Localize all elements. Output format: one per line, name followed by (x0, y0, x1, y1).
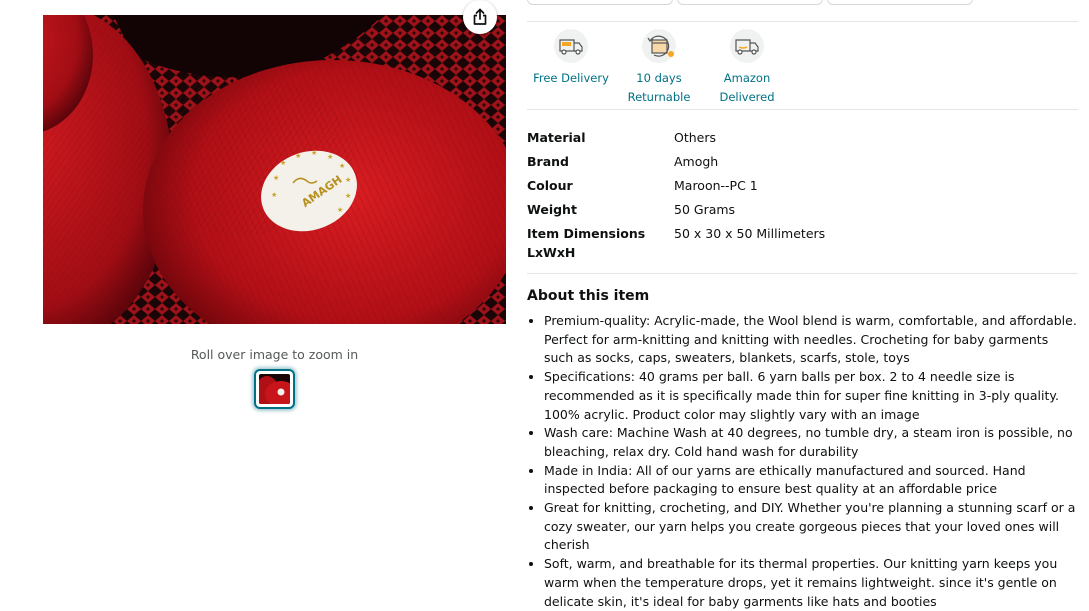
share-button[interactable] (463, 0, 497, 34)
feature-label: Amazon Delivered (719, 71, 775, 104)
about-bullets: Premium-quality: Acrylic-made, the Wool … (527, 312, 1080, 611)
divider (527, 273, 1078, 274)
spec-value: 50 Grams (674, 202, 736, 217)
about-bullet: Soft, warm, and breathable for its therm… (544, 555, 1080, 611)
spec-value: Others (674, 130, 717, 145)
variant-option-3[interactable] (827, 0, 973, 5)
divider (527, 109, 1078, 110)
svg-text:★: ★ (327, 153, 333, 161)
spec-row: Colour Maroon--PC 1 (527, 171, 1078, 195)
svg-text:★: ★ (339, 162, 345, 170)
about-bullet: Made in India: All of our yarns are ethi… (544, 462, 1080, 499)
thumbnail-image (259, 374, 290, 404)
about-bullet: Premium-quality: Acrylic-made, the Wool … (544, 312, 1080, 368)
about-bullet: Great for knitting, crocheting, and DIY.… (544, 499, 1080, 555)
spec-key: Brand (527, 154, 569, 169)
free-delivery-icon (554, 29, 588, 63)
feature-label: 10 days Returnable (627, 71, 691, 104)
returnable-icon (642, 29, 676, 63)
spec-value: 50 x 30 x 50 Millimeters (674, 226, 826, 241)
about-title: About this item (527, 288, 650, 304)
spec-row: Item Dimensions LxWxH 50 x 30 x 50 Milli… (527, 219, 1078, 262)
spec-row: Material Others (527, 128, 1078, 147)
zoom-hint: Roll over image to zoom in (190, 347, 359, 362)
svg-text:★: ★ (345, 176, 351, 184)
svg-text:★: ★ (273, 174, 279, 182)
spec-key: Weight (527, 202, 577, 217)
feature-free-delivery[interactable]: Free Delivery (527, 28, 615, 107)
product-specs-table: Material Others Brand Amogh Colour Maroo… (527, 128, 1078, 262)
about-bullet: Specifications: 40 grams per ball. 6 yar… (544, 368, 1080, 424)
about-bullet: Wash care: Machine Wash at 40 degrees, n… (544, 424, 1080, 461)
divider (527, 21, 1078, 22)
spec-key: Colour (527, 178, 573, 193)
thumbnail-1[interactable] (254, 369, 295, 409)
spec-key: Item Dimensions LxWxH (527, 226, 646, 260)
svg-text:★: ★ (280, 159, 286, 167)
svg-text:★: ★ (295, 152, 301, 160)
svg-text:★: ★ (337, 206, 343, 214)
spec-key: Material (527, 130, 586, 145)
variant-option-1[interactable] (527, 0, 673, 5)
svg-text:★: ★ (345, 192, 351, 200)
spec-row: Brand Amogh (527, 147, 1078, 171)
spec-value: Amogh (674, 154, 719, 169)
yarn-photo: ★★ ★ ★★★ ★★★ ★ AMAGH (43, 15, 506, 324)
variant-option-2[interactable] (677, 0, 823, 5)
delivery-features: Free Delivery 10 days Returnable Amazon … (527, 28, 791, 107)
feature-amazon-delivered[interactable]: Amazon Delivered (703, 28, 791, 107)
product-main-image[interactable]: ★ ★ ★ ★ ★ ★ ★ ★ ★ ★ AMAGH (43, 15, 506, 324)
spec-row: Weight 50 Grams (527, 195, 1078, 219)
amazon-delivered-icon (730, 29, 764, 63)
svg-text:★: ★ (271, 191, 277, 199)
spec-value: Maroon--PC 1 (674, 178, 758, 193)
feature-returnable[interactable]: 10 days Returnable (615, 28, 703, 107)
share-icon (473, 8, 487, 25)
feature-label: Free Delivery (533, 71, 609, 85)
svg-text:★: ★ (311, 149, 317, 157)
